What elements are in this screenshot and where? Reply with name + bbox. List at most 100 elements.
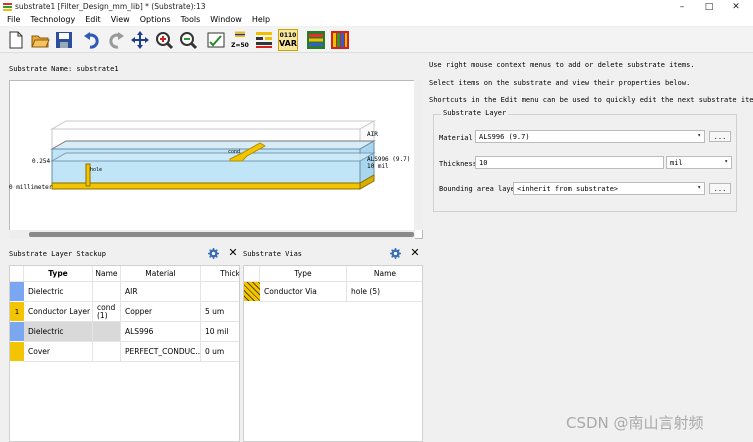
layer-table-icon — [256, 32, 272, 48]
material-line1-label: ALS996 (9.7) — [367, 156, 411, 163]
dielectric-swatch — [10, 282, 24, 302]
type-cell: Dielectric — [24, 282, 93, 302]
conductor-swatch: 1 — [10, 302, 24, 322]
material-line2-label: 10 mil — [367, 163, 389, 170]
menu-help[interactable]: Help — [252, 15, 270, 24]
window-title: substrate1 [Filter_Design_mm_lib] * (Sub… — [15, 2, 206, 11]
check-button[interactable] — [206, 29, 226, 51]
type-cell: Conductor Layer — [24, 302, 93, 322]
bounding-area-combo[interactable]: <inherit from substrate> ▾ — [513, 182, 705, 195]
cover-swatch — [10, 342, 24, 362]
impedance-button[interactable]: Z=50 — [230, 29, 250, 51]
redo-button[interactable] — [106, 29, 126, 51]
column-header-thick[interactable]: Thick — [201, 266, 239, 282]
stackup-panel-header: Substrate Layer Stackup ✕ — [9, 247, 240, 261]
watermark: CSDN @南山言射频 — [566, 414, 704, 432]
gear-icon[interactable] — [208, 248, 219, 259]
minimize-button[interactable]: – — [669, 0, 695, 13]
thickness-value-label: 0.254 — [32, 158, 51, 165]
hint-text: Use right mouse context menus to add or … — [429, 61, 695, 69]
undo-icon — [84, 32, 99, 49]
column-layers-icon — [331, 31, 349, 49]
material-value: ALS996 (9.7) — [479, 132, 530, 141]
table-row-selected[interactable]: Dielectric ALS996 10 mil — [10, 322, 239, 342]
thickness-input[interactable]: 10 — [475, 156, 664, 169]
name-cell — [93, 322, 121, 342]
gear-icon[interactable] — [390, 248, 401, 259]
substrate-3d-view[interactable]: AIR ALS996 (9.7) 10 mil 0.254 0 millimet… — [9, 80, 423, 239]
column-header-type[interactable]: Type — [260, 266, 347, 282]
impedance-layers-icon — [235, 31, 245, 38]
bounding-area-label: Bounding area layer: — [439, 185, 524, 193]
material-label: Material — [439, 134, 473, 142]
menu-options[interactable]: Options — [140, 15, 171, 24]
chevron-down-icon: ▾ — [724, 158, 728, 165]
name-cell: hole (5) — [347, 282, 422, 302]
material-cell: Copper — [121, 302, 201, 322]
variables-button[interactable]: 0110 VAR — [278, 29, 298, 51]
cond-label: cond — [228, 149, 241, 155]
table-row[interactable]: 1 Conductor Layer cond (1) Copper 5 um — [10, 302, 239, 322]
material-combo[interactable]: ALS996 (9.7) ▾ — [475, 130, 705, 143]
horizontal-scrollbar[interactable] — [9, 230, 415, 239]
material-cell: PERFECT_CONDUC... — [121, 342, 201, 362]
var-label: VAR — [279, 39, 297, 48]
menu-file[interactable]: File — [7, 15, 20, 24]
var-binary-label: 0110 — [279, 32, 297, 39]
material-cell: AIR — [121, 282, 201, 302]
material-browse-button[interactable]: ... — [709, 131, 731, 142]
scroll-thumb[interactable] — [29, 232, 414, 237]
stack-view-button[interactable] — [306, 29, 326, 51]
pan-button[interactable] — [130, 29, 150, 51]
table-row[interactable]: Conductor Via hole (5) — [244, 282, 422, 302]
close-window-button[interactable]: ✕ — [723, 0, 749, 13]
via-hatch-swatch — [244, 282, 260, 302]
menu-technology[interactable]: Technology — [30, 15, 75, 24]
bounding-browse-button[interactable]: ... — [709, 183, 731, 194]
open-button[interactable] — [30, 29, 50, 51]
column-header-type[interactable]: Type — [24, 266, 93, 282]
index-column-header — [10, 266, 24, 282]
menu-tools[interactable]: Tools — [181, 15, 201, 24]
layer-table-button[interactable] — [254, 29, 274, 51]
open-folder-icon — [31, 35, 50, 48]
air-label: AIR — [367, 131, 378, 138]
zoom-out-button[interactable] — [178, 29, 198, 51]
substrate-name-label: Substrate Name: substrate1 — [9, 65, 119, 73]
undo-button[interactable] — [82, 29, 102, 51]
bounding-area-value: <inherit from substrate> — [517, 184, 619, 193]
zoom-in-button[interactable] — [154, 29, 174, 51]
thick-cell — [201, 282, 239, 302]
column-view-button[interactable] — [330, 29, 350, 51]
close-icon[interactable]: ✕ — [227, 247, 239, 259]
stackup-title: Substrate Layer Stackup — [9, 250, 106, 258]
new-button[interactable] — [6, 29, 26, 51]
save-button[interactable] — [54, 29, 74, 51]
table-row[interactable]: Dielectric AIR — [10, 282, 239, 302]
substrate-drawing — [50, 120, 376, 190]
menu-window[interactable]: Window — [210, 15, 242, 24]
menu-bar: File Technology Edit View Options Tools … — [0, 13, 753, 26]
chevron-down-icon: ▾ — [697, 184, 701, 191]
hint-text: Select items on the substrate and view t… — [429, 79, 691, 87]
column-header-name[interactable]: Name — [347, 266, 422, 282]
hint-text: Shortcuts in the Edit menu can be used t… — [429, 96, 753, 104]
type-cell: Conductor Via — [260, 282, 347, 302]
close-icon[interactable]: ✕ — [409, 247, 421, 259]
units-label: 0 millimeter — [9, 184, 53, 191]
menu-view[interactable]: View — [111, 15, 130, 24]
type-cell: Cover — [24, 342, 93, 362]
z50-label: Z=50 — [231, 42, 249, 49]
type-cell: Dielectric — [24, 322, 93, 342]
thickness-unit-combo[interactable]: mil ▾ — [666, 156, 732, 169]
column-header-name[interactable]: Name — [93, 266, 121, 282]
table-row[interactable]: Cover PERFECT_CONDUC... 0 um — [10, 342, 239, 362]
vertical-scrollbar[interactable] — [414, 80, 423, 230]
maximize-button[interactable]: □ — [696, 0, 722, 13]
index-column-header — [244, 266, 260, 282]
column-header-material[interactable]: Material — [121, 266, 201, 282]
save-disk-icon — [56, 32, 72, 48]
hole-label: hole — [90, 167, 103, 173]
menu-edit[interactable]: Edit — [85, 15, 101, 24]
material-cell: ALS996 — [121, 322, 201, 342]
